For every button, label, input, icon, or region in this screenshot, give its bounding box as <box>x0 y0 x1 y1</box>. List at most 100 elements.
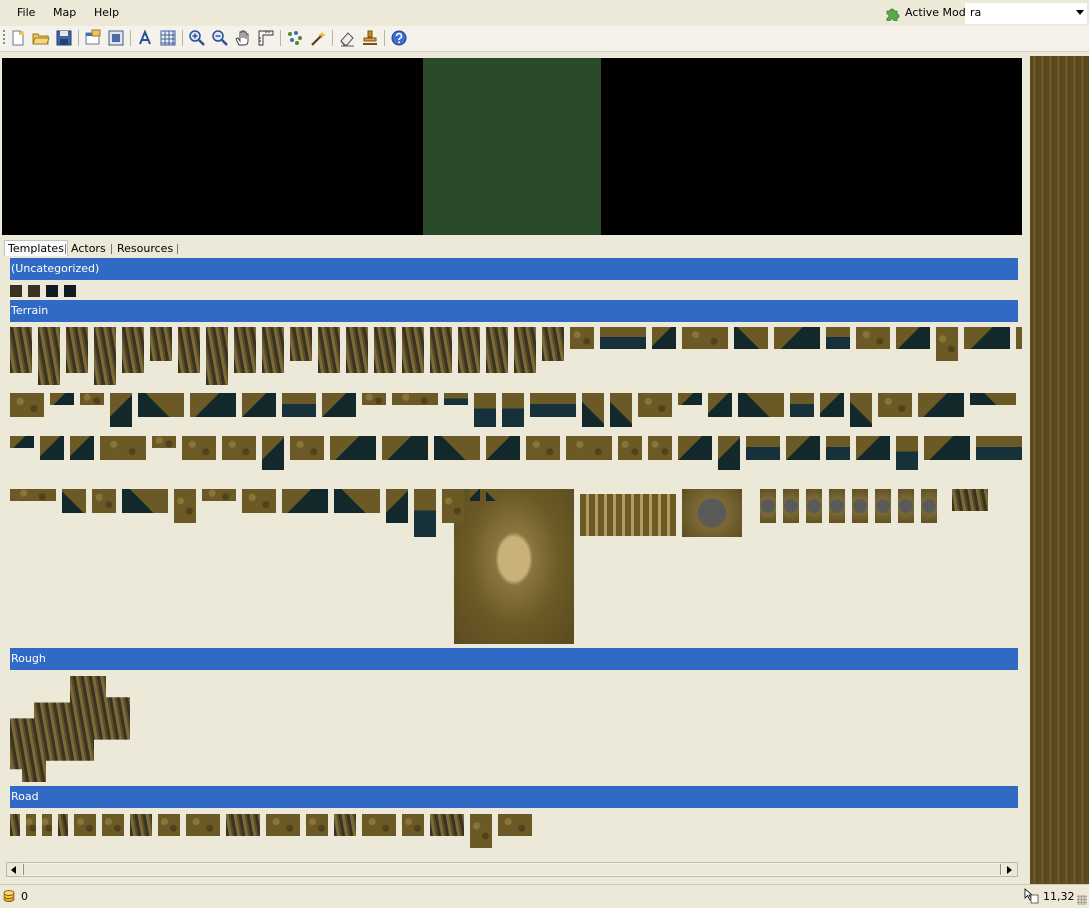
template-tile[interactable] <box>186 814 220 836</box>
template-tile[interactable] <box>130 814 152 836</box>
template-tile[interactable] <box>382 436 428 460</box>
template-tile[interactable] <box>970 393 1016 405</box>
template-tile[interactable] <box>262 327 284 373</box>
template-tile[interactable] <box>150 327 172 361</box>
template-tile[interactable] <box>430 327 452 373</box>
template-tile[interactable] <box>474 393 496 427</box>
map-properties-icon[interactable] <box>84 29 102 47</box>
scroll-left-button[interactable] <box>7 863 22 876</box>
template-tile[interactable] <box>40 436 64 460</box>
template-tile[interactable] <box>708 393 732 417</box>
template-tile[interactable] <box>94 327 116 385</box>
scroll-right-button[interactable] <box>1002 863 1017 876</box>
template-tile[interactable] <box>600 327 646 349</box>
template-tile[interactable] <box>1016 327 1022 349</box>
resize-grip[interactable] <box>1077 895 1087 905</box>
template-tile[interactable] <box>10 436 34 448</box>
template-tile[interactable] <box>875 489 891 523</box>
template-tile[interactable] <box>50 393 74 405</box>
template-tile[interactable] <box>514 327 536 373</box>
template-tile[interactable] <box>306 814 328 836</box>
menu-help[interactable]: Help <box>94 6 119 19</box>
template-tile[interactable] <box>10 814 20 836</box>
template-tile[interactable] <box>746 436 780 460</box>
template-tile[interactable] <box>402 327 424 373</box>
template-tile[interactable] <box>648 436 672 460</box>
template-tile[interactable] <box>582 393 604 427</box>
template-tile[interactable] <box>334 814 356 836</box>
template-tile[interactable] <box>10 393 44 417</box>
template-tile[interactable] <box>826 436 850 460</box>
template-tile[interactable] <box>444 393 468 405</box>
template-tile[interactable] <box>806 489 822 523</box>
template-tile[interactable] <box>346 327 368 373</box>
menu-map[interactable]: Map <box>53 6 76 19</box>
template-tile[interactable] <box>820 393 844 417</box>
template-tile[interactable] <box>896 436 918 470</box>
template-tile[interactable] <box>202 489 236 501</box>
template-tile[interactable] <box>878 393 912 417</box>
palette-horizontal-scrollbar[interactable] <box>6 862 1018 877</box>
template-tile[interactable] <box>486 327 508 373</box>
template-tile[interactable] <box>28 285 40 297</box>
template-tile[interactable] <box>790 393 814 417</box>
template-tile[interactable] <box>182 436 216 460</box>
template-tile[interactable] <box>26 814 36 836</box>
template-tile[interactable] <box>783 489 799 523</box>
template-tile[interactable] <box>290 327 312 361</box>
template-tile[interactable] <box>786 436 820 460</box>
template-tile[interactable] <box>678 436 712 460</box>
template-tile[interactable] <box>386 489 408 523</box>
template-tile[interactable] <box>362 393 386 405</box>
template-tile[interactable] <box>402 814 424 836</box>
template-tile-skeleton[interactable] <box>454 489 574 644</box>
template-tile[interactable] <box>42 814 52 836</box>
dots-brush-icon[interactable] <box>286 29 304 47</box>
template-tile[interactable] <box>234 327 256 373</box>
hand-icon[interactable] <box>234 29 252 47</box>
chevron-down-icon[interactable] <box>1076 10 1084 15</box>
template-tile[interactable] <box>530 393 576 417</box>
template-tile[interactable] <box>570 327 594 349</box>
template-tile[interactable] <box>64 285 76 297</box>
help-icon[interactable] <box>390 29 408 47</box>
template-tile[interactable] <box>486 489 496 501</box>
template-tile[interactable] <box>282 489 328 513</box>
template-tile[interactable] <box>896 327 930 349</box>
template-tile[interactable] <box>66 327 88 373</box>
template-tile[interactable] <box>498 814 532 836</box>
template-tile[interactable] <box>718 436 740 470</box>
template-tile[interactable] <box>734 327 768 349</box>
template-tile[interactable] <box>856 327 890 349</box>
template-tile[interactable] <box>174 489 196 523</box>
stamp-icon[interactable] <box>361 29 379 47</box>
template-tile[interactable] <box>100 436 146 460</box>
template-tile[interactable] <box>330 436 376 460</box>
template-tile[interactable] <box>856 436 890 460</box>
template-tile[interactable] <box>918 393 964 417</box>
ruler-icon[interactable] <box>257 29 275 47</box>
template-tile[interactable] <box>178 327 200 373</box>
template-tile[interactable] <box>158 814 180 836</box>
template-tile[interactable] <box>374 327 396 373</box>
template-tile[interactable] <box>362 814 396 836</box>
template-tile[interactable] <box>392 393 438 405</box>
menu-file[interactable]: File <box>17 6 35 19</box>
template-tile[interactable] <box>618 436 642 460</box>
template-tile[interactable] <box>262 436 284 470</box>
map-viewport[interactable] <box>1028 56 1089 884</box>
template-tile[interactable] <box>92 489 116 513</box>
template-tile[interactable] <box>222 436 256 460</box>
template-tile[interactable] <box>566 436 612 460</box>
save-disk-icon[interactable] <box>55 29 73 47</box>
template-tile[interactable] <box>470 814 492 848</box>
template-tile[interactable] <box>58 814 68 836</box>
template-tile[interactable] <box>322 393 356 417</box>
active-mod-select[interactable]: ra <box>965 3 1087 24</box>
template-tile[interactable] <box>70 436 94 460</box>
template-tile[interactable] <box>38 327 60 385</box>
minimap[interactable] <box>2 58 1022 235</box>
template-tile[interactable] <box>290 436 324 460</box>
template-tile[interactable] <box>430 814 464 836</box>
toolbar-grip[interactable] <box>3 30 5 46</box>
